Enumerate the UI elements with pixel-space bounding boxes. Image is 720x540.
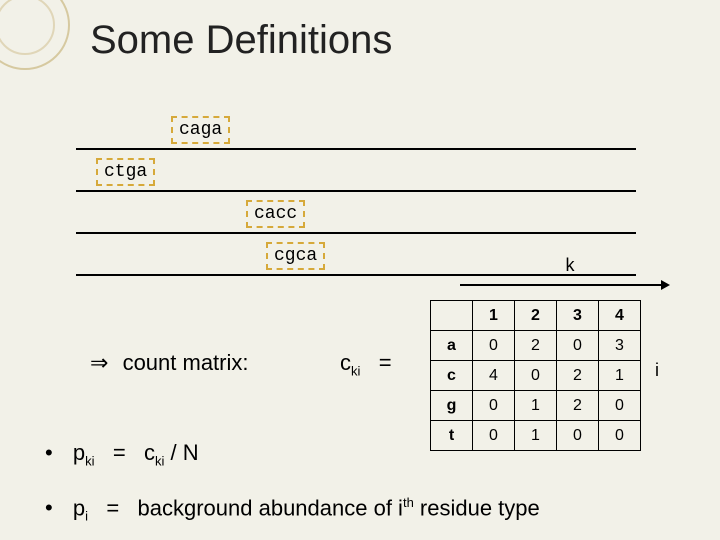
cell: 2: [557, 361, 599, 391]
cki-equals: cki =: [340, 350, 392, 378]
cell: 0: [473, 331, 515, 361]
cell: 3: [599, 331, 641, 361]
bullet-icon: •: [45, 440, 53, 465]
sequence-tracks: caga ctga cacc cgca: [76, 110, 636, 278]
col-header: 1: [473, 301, 515, 331]
table-header-row: 1 2 3 4: [431, 301, 641, 331]
col-header: 4: [599, 301, 641, 331]
row-axis-label: i: [655, 360, 659, 381]
table-corner: [431, 301, 473, 331]
column-axis: k: [460, 255, 680, 290]
row-header: t: [431, 421, 473, 451]
row-header: c: [431, 361, 473, 391]
table-row: g 0 1 2 0: [431, 391, 641, 421]
corner-decoration: [0, 0, 80, 80]
arrow-right-icon: [460, 280, 670, 290]
col-header: 2: [515, 301, 557, 331]
count-matrix-table: 1 2 3 4 a 0 2 0 3 c 4 0 2 1 g 0 1 2 0 t: [430, 300, 641, 451]
bullet-icon: •: [45, 495, 53, 520]
row-header: g: [431, 391, 473, 421]
table-row: c 4 0 2 1: [431, 361, 641, 391]
cell: 4: [473, 361, 515, 391]
sequence-box: cgca: [266, 242, 325, 270]
sequence-track: caga: [76, 110, 636, 150]
sequence-box: cacc: [246, 200, 305, 228]
sequence-box: ctga: [96, 158, 155, 186]
page-title: Some Definitions: [90, 18, 392, 63]
cell: 1: [599, 361, 641, 391]
row-header: a: [431, 331, 473, 361]
column-axis-label: k: [460, 255, 680, 276]
table-row: a 0 2 0 3: [431, 331, 641, 361]
cell: 0: [473, 391, 515, 421]
cell: 1: [515, 421, 557, 451]
cell: 0: [557, 421, 599, 451]
count-matrix-text: count matrix:: [123, 350, 249, 375]
cell: 0: [599, 421, 641, 451]
cell: 2: [557, 391, 599, 421]
implies-icon: ⇒: [90, 350, 108, 375]
sequence-box: caga: [171, 116, 230, 144]
sequence-track: cacc: [76, 194, 636, 234]
count-matrix-table-wrap: 1 2 3 4 a 0 2 0 3 c 4 0 2 1 g 0 1 2 0 t: [430, 300, 641, 451]
cell: 0: [557, 331, 599, 361]
cell: 0: [599, 391, 641, 421]
formula-pki: • pki = cki / N: [45, 440, 199, 468]
sequence-track: ctga: [76, 152, 636, 192]
cell: 1: [515, 391, 557, 421]
cell: 0: [473, 421, 515, 451]
cell: 0: [515, 361, 557, 391]
col-header: 3: [557, 301, 599, 331]
formula-pi: • pi = background abundance of ith resid…: [45, 495, 540, 524]
count-matrix-label: ⇒ count matrix:: [90, 350, 249, 376]
table-row: t 0 1 0 0: [431, 421, 641, 451]
cell: 2: [515, 331, 557, 361]
